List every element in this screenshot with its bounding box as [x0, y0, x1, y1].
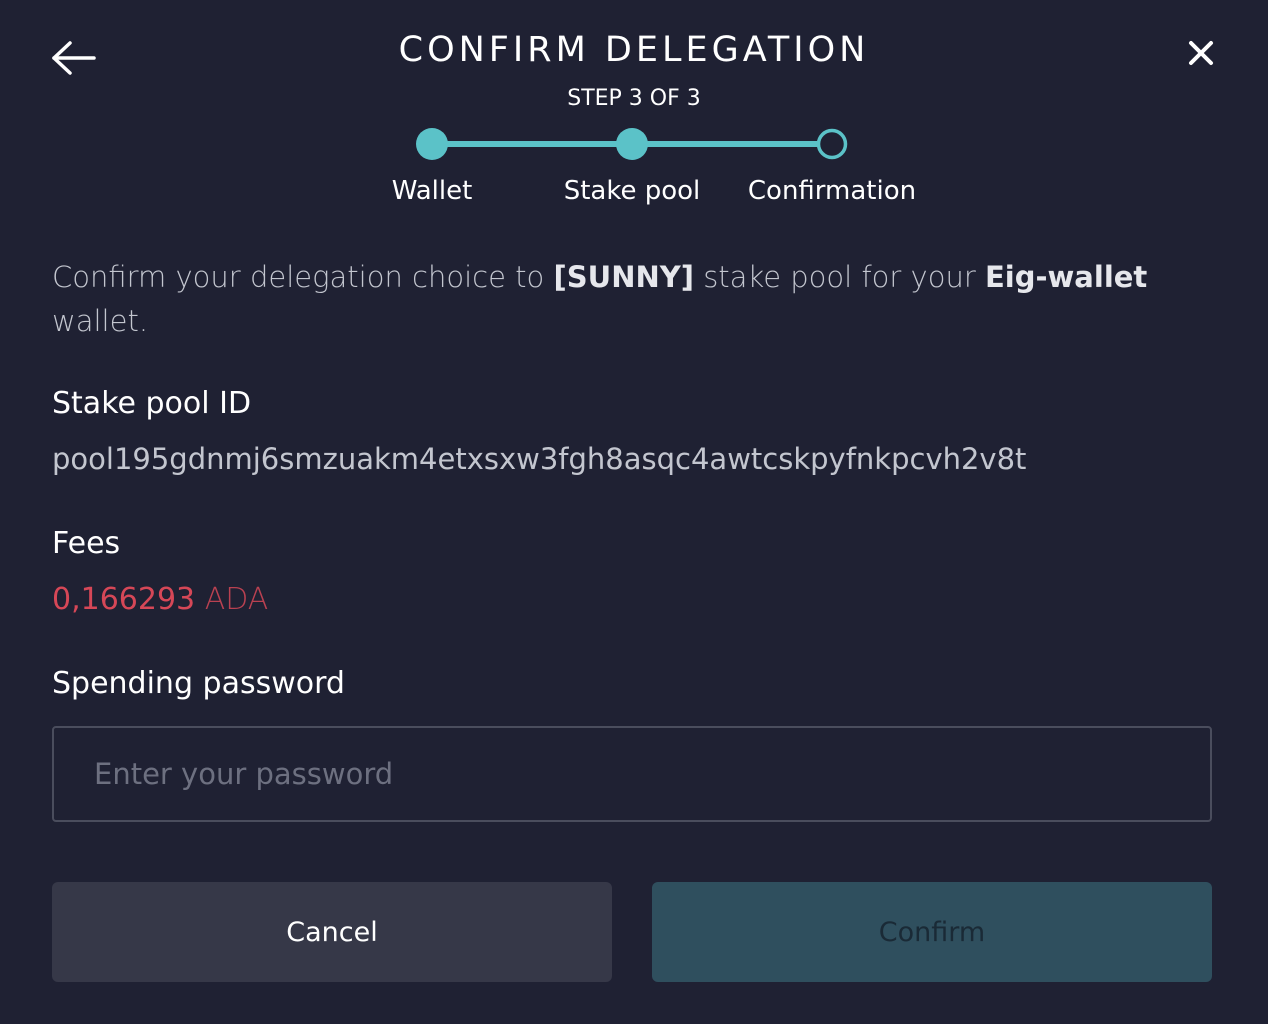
- pool-ticker: [SUNNY]: [553, 260, 694, 294]
- description-suffix: wallet.: [52, 304, 149, 338]
- step-dot-stake-pool: [616, 128, 648, 160]
- confirm-delegation-dialog: CONFIRM DELEGATION STEP 3 OF 3 Wallet St…: [0, 0, 1268, 1024]
- confirm-button[interactable]: Confirm: [652, 882, 1212, 982]
- step-label-wallet: Wallet: [391, 176, 473, 206]
- description-middle: stake pool for your: [693, 260, 985, 294]
- step-indicator-label: STEP 3 OF 3: [567, 86, 701, 111]
- fees-label: Fees: [52, 526, 121, 561]
- step-dot-confirmation: [816, 128, 848, 160]
- close-button[interactable]: [1184, 36, 1218, 70]
- delegation-description: Confirm your delegation choice to [SUNNY…: [52, 255, 1182, 343]
- cancel-button[interactable]: Cancel: [52, 882, 612, 982]
- spending-password-label: Spending password: [52, 666, 345, 701]
- step-label-confirmation: Confirmation: [747, 176, 917, 206]
- step-dot-wallet: [416, 128, 448, 160]
- stake-pool-id-label: Stake pool ID: [52, 386, 252, 421]
- dialog-title: CONFIRM DELEGATION: [398, 30, 870, 70]
- step-label-stake-pool: Stake pool: [563, 176, 701, 206]
- fees-amount: 0,166293: [52, 582, 196, 617]
- spending-password-input[interactable]: [52, 726, 1212, 822]
- fees-value: 0,166293 ADA: [52, 582, 268, 617]
- progress-stepper: [416, 128, 848, 160]
- fees-unit: ADA: [195, 582, 269, 617]
- wallet-name: Eig-wallet: [984, 260, 1148, 294]
- description-prefix: Confirm your delegation choice to: [52, 260, 554, 294]
- close-icon: [1189, 41, 1213, 65]
- stake-pool-id-value: pool195gdnmj6smzuakm4etxsxw3fgh8asqc4awt…: [52, 442, 1027, 476]
